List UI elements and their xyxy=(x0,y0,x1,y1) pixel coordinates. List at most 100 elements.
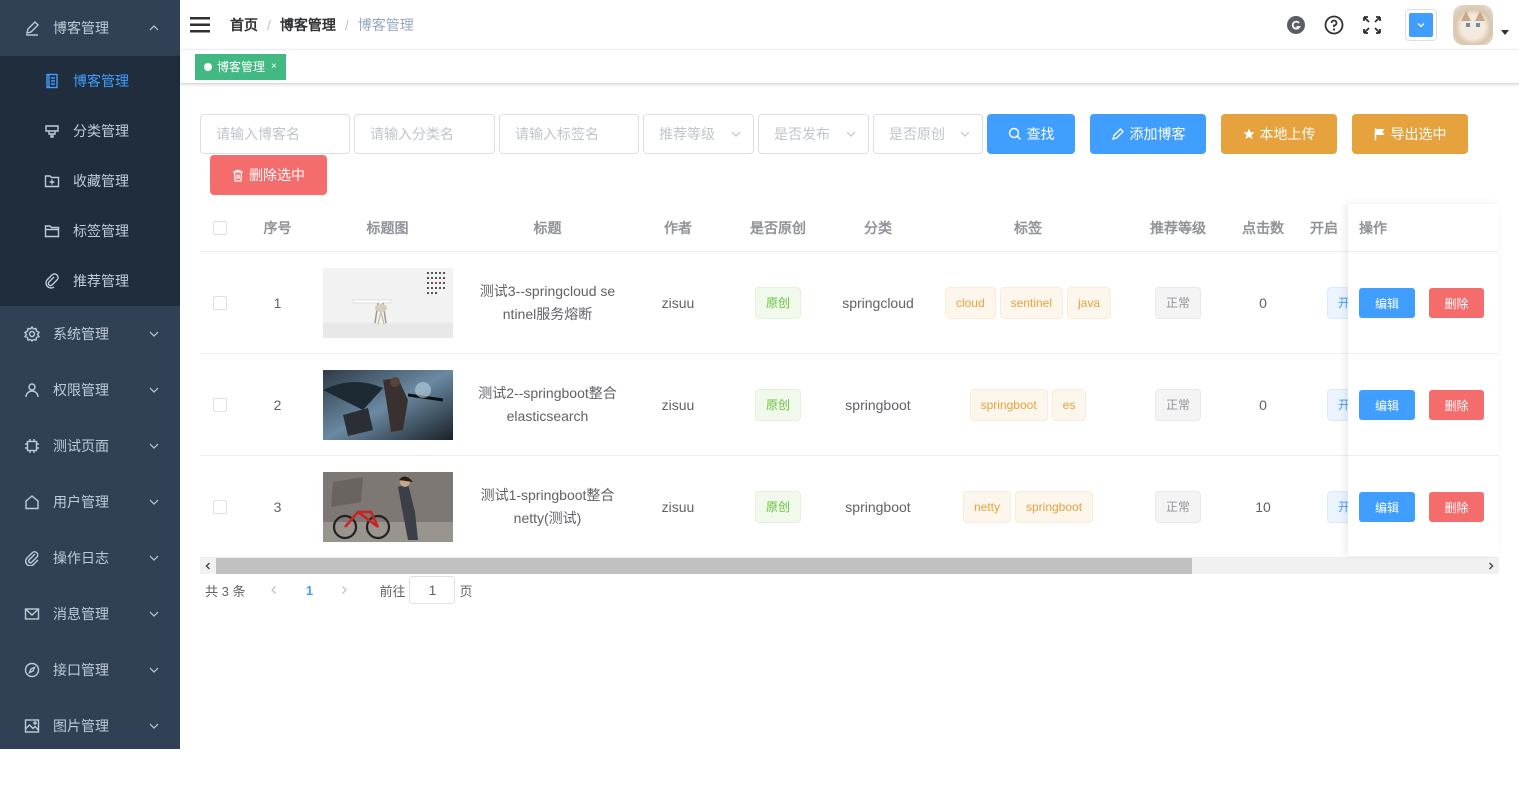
github-icon[interactable] xyxy=(1286,15,1306,35)
search-button[interactable]: 查找 xyxy=(987,114,1075,154)
delete-button[interactable]: 删除 xyxy=(1429,492,1484,522)
sidebar-item-label: 博客管理 xyxy=(53,20,109,36)
row-original-cell: 原创 xyxy=(728,354,828,455)
local-upload-button[interactable]: 本地上传 xyxy=(1221,114,1337,154)
original-select[interactable]: 是否原创 xyxy=(873,114,983,154)
sidebar-subitem-tag[interactable]: 标签管理 xyxy=(0,206,180,256)
sidebar-subitem-recommend[interactable]: 推荐管理 xyxy=(0,256,180,306)
export-selected-button[interactable]: 导出选中 xyxy=(1352,114,1468,154)
select-all-checkbox[interactable] xyxy=(213,221,227,235)
breadcrumb-blog-parent[interactable]: 博客管理 xyxy=(280,15,336,35)
recommend-level-select[interactable]: 推荐等级 xyxy=(643,114,754,154)
scroll-left-icon[interactable] xyxy=(200,558,216,574)
scroll-right-icon[interactable] xyxy=(1483,558,1499,574)
pagination-total: 共 3 条 xyxy=(205,583,246,599)
sidebar-subitem-blog[interactable]: 博客管理 xyxy=(0,56,180,106)
main-area: 首页 / 博客管理 / 博客管理 博客管理 × 请输入博客名 请输入分类名 请输… xyxy=(180,0,1519,785)
sidebar-subitem-label: 推荐管理 xyxy=(73,273,129,289)
row-checkbox[interactable] xyxy=(213,499,227,514)
sidebar-item-picture[interactable]: 图片管理 xyxy=(0,698,180,749)
row-thumbnail-cell xyxy=(315,354,460,455)
sidebar-item-message[interactable]: 消息管理 xyxy=(0,586,180,642)
breadcrumb-current: 博客管理 xyxy=(357,16,414,33)
row-checkbox[interactable] xyxy=(213,295,227,310)
fullscreen-icon[interactable] xyxy=(1362,15,1382,35)
next-page-button[interactable] xyxy=(327,576,361,604)
sidebar-item-permission[interactable]: 权限管理 xyxy=(0,362,180,418)
column-header-index: 序号 xyxy=(263,220,292,236)
row-author: zisuu xyxy=(661,294,695,311)
sidebar-item-label: 操作日志 xyxy=(53,550,109,566)
row-checkbox-cell xyxy=(200,456,240,557)
sidebar-subitem-category[interactable]: 分类管理 xyxy=(0,106,180,156)
tag-badge: cloud xyxy=(944,286,996,319)
prev-page-button[interactable] xyxy=(257,576,291,604)
chevron-down-icon xyxy=(960,131,970,137)
column-header-category: 分类 xyxy=(864,220,892,236)
row-title-cell: 测试2--springboot整合elasticsearch xyxy=(470,354,625,455)
delete-button[interactable]: 删除 xyxy=(1429,288,1484,318)
question-icon[interactable] xyxy=(1324,15,1344,35)
sidebar-subitem-favorite[interactable]: 收藏管理 xyxy=(0,156,180,206)
avatar-dropdown[interactable] xyxy=(1453,5,1509,45)
row-checkbox[interactable] xyxy=(213,397,227,412)
chevron-down-icon xyxy=(149,611,159,617)
search-icon xyxy=(1008,127,1022,141)
publish-select[interactable]: 是否发布 xyxy=(758,114,869,154)
edit-button[interactable]: 编辑 xyxy=(1359,288,1415,318)
delete-selected-button[interactable]: 删除选中 xyxy=(210,155,327,195)
column-header-level: 推荐等级 xyxy=(1150,220,1206,236)
page-jumper-input[interactable]: 1 xyxy=(409,576,456,604)
sidebar-item-test[interactable]: 测试页面 xyxy=(0,418,180,474)
close-icon[interactable]: × xyxy=(271,61,277,72)
blog-table: 序号 标题图 标题 作者 是否原创 分类 标签 推荐等级 点击数 开启 1 测试… xyxy=(200,204,1499,584)
horizontal-scrollbar[interactable] xyxy=(200,558,1499,574)
page-number-current[interactable]: 1 xyxy=(291,576,327,604)
category-name-input[interactable]: 请输入分类名 xyxy=(354,114,495,154)
sidebar-item-system[interactable]: 系统管理 xyxy=(0,306,180,362)
blog-name-input[interactable]: 请输入博客名 xyxy=(200,114,350,154)
tag-name-input[interactable]: 请输入标签名 xyxy=(499,114,639,154)
level-badge: 正常 xyxy=(1154,388,1201,421)
row-title-cell: 测试3--springcloud sentinel服务熔断 xyxy=(470,252,625,353)
delete-button[interactable]: 删除 xyxy=(1429,390,1484,420)
thumbnail-image[interactable] xyxy=(322,267,453,338)
star-icon xyxy=(1243,128,1255,140)
sidebar-item-log[interactable]: 操作日志 xyxy=(0,530,180,586)
edit-button[interactable]: 编辑 xyxy=(1359,390,1415,420)
sidebar-subitem-label: 标签管理 xyxy=(73,223,129,239)
edit-icon xyxy=(1111,127,1125,141)
sidebar-item-blog-parent[interactable]: 博客管理 xyxy=(0,0,180,56)
action-cell: 编辑 删除 xyxy=(1348,456,1499,556)
size-select-button[interactable] xyxy=(1405,9,1437,41)
original-badge: 原创 xyxy=(754,388,801,421)
add-blog-button[interactable]: 添加博客 xyxy=(1090,114,1206,154)
home-icon xyxy=(24,494,40,510)
tags-view-item-blog[interactable]: 博客管理 × xyxy=(195,53,286,80)
action-cell: 编辑 删除 xyxy=(1348,354,1499,456)
sidebar-item-user[interactable]: 用户管理 xyxy=(0,474,180,530)
thumbnail-image[interactable] xyxy=(322,471,453,542)
column-header-actions: 操作 xyxy=(1348,204,1499,252)
row-tags-cell: springboot es xyxy=(928,354,1128,455)
hamburger-button[interactable] xyxy=(180,0,220,50)
row-title: 测试2--springboot整合elasticsearch xyxy=(478,384,617,424)
document-icon xyxy=(44,73,60,89)
recommend-level-placeholder: 推荐等级 xyxy=(659,126,715,142)
row-title: 测试1-springboot整合netty(测试) xyxy=(480,486,615,526)
sidebar-item-label: 接口管理 xyxy=(53,662,109,678)
chevron-down-icon xyxy=(149,499,159,505)
edit-button[interactable]: 编辑 xyxy=(1359,492,1415,522)
column-header-clicks: 点击数 xyxy=(1242,220,1284,236)
scrollbar-thumb[interactable] xyxy=(216,558,1192,574)
sidebar-item-api[interactable]: 接口管理 xyxy=(0,642,180,698)
sidebar-item-label: 用户管理 xyxy=(53,494,109,510)
avatar[interactable] xyxy=(1453,5,1493,45)
breadcrumb-home[interactable]: 首页 xyxy=(230,15,258,35)
column-header-original: 是否原创 xyxy=(750,220,806,236)
thumbnail-image[interactable] xyxy=(322,369,453,440)
row-title-cell: 测试1-springboot整合netty(测试) xyxy=(470,456,625,557)
cpu-icon xyxy=(24,438,40,454)
row-index: 1 xyxy=(273,294,282,311)
chevron-left-icon xyxy=(271,586,277,594)
